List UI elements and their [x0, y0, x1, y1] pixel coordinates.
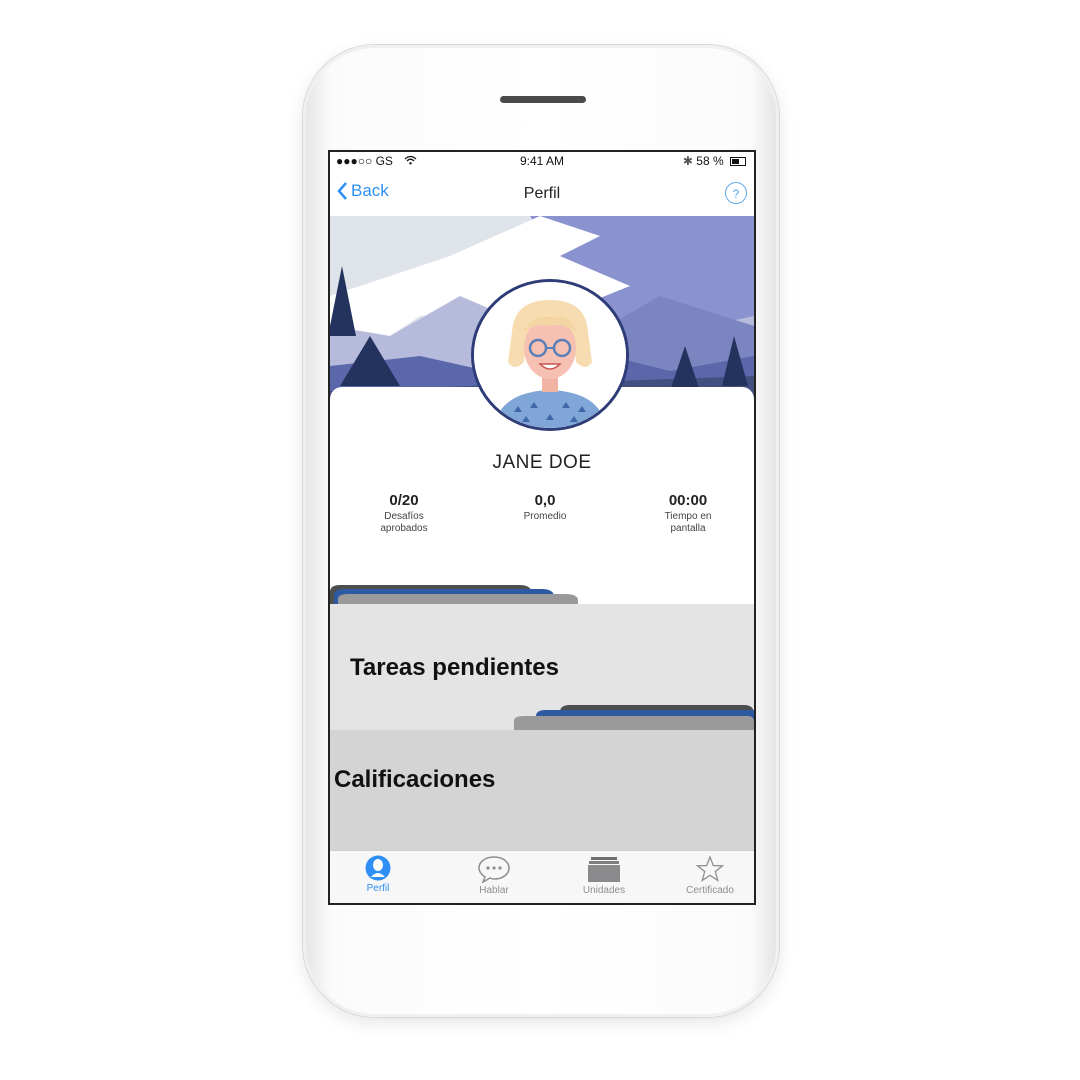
- folder-tabs-decoration: [514, 705, 754, 730]
- tab-label: Certificado: [686, 885, 734, 896]
- avatar-illustration: [474, 282, 626, 428]
- stat-challenges: 0/20 Desafíos aprobados: [344, 492, 464, 535]
- star-icon: [696, 855, 724, 883]
- app-screen: ●●●○○ GS 9:41 AM ✱ 58 % Back Perfil ? JA…: [328, 150, 756, 905]
- stat-value: 0/20: [389, 492, 419, 509]
- help-button[interactable]: ?: [725, 182, 747, 204]
- folder-stack-icon: [588, 857, 620, 882]
- battery-status: ✱ 58 %: [683, 154, 746, 168]
- phone-speaker: [500, 96, 586, 103]
- battery-percent: 58 %: [696, 154, 724, 168]
- tab-label: Perfil: [366, 883, 390, 894]
- section-title: Calificaciones: [334, 766, 496, 793]
- grades-section[interactable]: Calificaciones: [330, 730, 754, 852]
- tab-certificado[interactable]: Certificado: [670, 855, 750, 896]
- stat-value: 00:00: [668, 492, 708, 509]
- section-title: Tareas pendientes: [350, 654, 559, 681]
- stat-average: 0,0 Promedio: [485, 492, 605, 523]
- stat-label: Tiempo en pantalla: [664, 511, 712, 534]
- page-title: Perfil: [523, 185, 561, 202]
- person-icon: [365, 855, 391, 881]
- chat-bubble-icon: [478, 856, 510, 883]
- status-bar: ●●●○○ GS 9:41 AM ✱ 58 %: [330, 152, 754, 172]
- battery-icon: [730, 157, 746, 167]
- stat-label: Promedio: [523, 511, 567, 522]
- stat-screen-time: 00:00 Tiempo en pantalla: [628, 492, 748, 535]
- tab-label: Hablar: [479, 885, 509, 896]
- stat-value: 0,0: [534, 492, 556, 509]
- tab-bar: Perfil Hablar Unidades Certificado: [330, 850, 754, 903]
- tab-hablar[interactable]: Hablar: [454, 855, 534, 896]
- avatar[interactable]: [471, 279, 629, 431]
- tab-unidades[interactable]: Unidades: [564, 855, 644, 896]
- bluetooth-icon: ✱: [682, 154, 693, 168]
- profile-name: JANE DOE: [492, 452, 592, 473]
- tab-perfil[interactable]: Perfil: [338, 855, 418, 894]
- stat-label: Desafíos aprobados: [380, 511, 428, 534]
- tab-label: Unidades: [582, 885, 626, 896]
- navigation-bar: Back Perfil ?: [330, 172, 754, 216]
- folder-tabs-decoration: [330, 585, 578, 606]
